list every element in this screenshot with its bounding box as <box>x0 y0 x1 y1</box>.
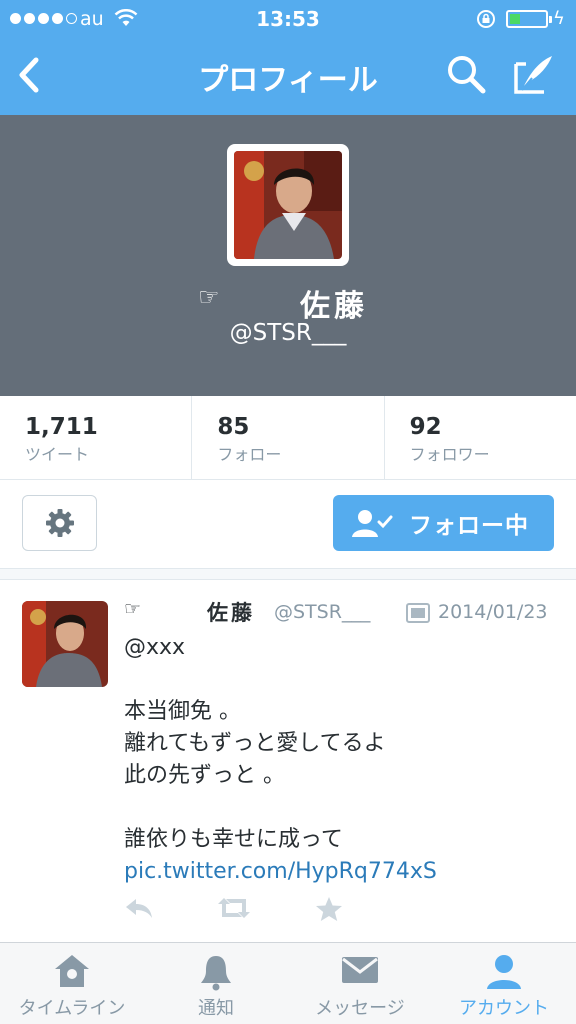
status-bar: au 13:53 ϟ <box>0 0 576 38</box>
stat-label: フォロワー <box>409 445 490 464</box>
top-bar: au 13:53 ϟ プロフィール <box>0 0 576 115</box>
charging-icon: ϟ <box>553 8 565 29</box>
stat-tweets[interactable]: 1,711 ツイート <box>0 396 193 479</box>
stat-value: 1,711 <box>25 414 98 440</box>
gallery-icon <box>406 603 430 623</box>
bell-icon <box>201 956 231 991</box>
compose-button[interactable] <box>510 52 556 98</box>
profile-actions: フォロー中 <box>0 480 576 568</box>
tweet-link[interactable]: pic.twitter.com/HypRq774xS <box>124 856 554 888</box>
tweet-text-line <box>124 664 554 696</box>
tab-label: メッセージ <box>315 998 405 1019</box>
tab-timeline[interactable]: タイムライン <box>0 943 144 1024</box>
user-check-icon <box>352 510 393 537</box>
settings-button[interactable] <box>22 495 97 551</box>
profile-photo <box>234 151 342 259</box>
tab-messages[interactable]: メッセージ <box>288 943 432 1024</box>
profile-avatar[interactable] <box>227 144 349 266</box>
following-label: フォロー中 <box>409 513 529 539</box>
stat-label: ツイート <box>25 445 90 464</box>
tab-label: 通知 <box>198 998 234 1019</box>
tweet-author-name: 佐藤 <box>207 601 255 625</box>
tweet-text-line: 本当御免 。 <box>124 699 241 724</box>
pointing-hand-icon: ☞ <box>198 283 220 311</box>
person-icon <box>487 955 521 989</box>
page-title: プロフィール <box>198 63 378 98</box>
profile-stats: 1,711 ツイート 85 フォロー 92 フォロワー <box>0 396 576 480</box>
tweet[interactable]: ☞ 佐藤 @STSR___ 2014/01/23 @xxx 本当御免 。 離れて… <box>0 580 576 942</box>
home-icon <box>55 955 89 987</box>
favorite-star-icon[interactable] <box>315 896 343 922</box>
profile-handle: @STSR___ <box>229 320 347 346</box>
tweet-avatar[interactable] <box>22 601 108 687</box>
stat-followers[interactable]: 92 フォロワー <box>385 396 576 479</box>
retweet-icon[interactable] <box>216 896 252 920</box>
section-divider <box>0 568 576 580</box>
gear-icon <box>45 509 74 537</box>
rotation-lock-icon <box>477 10 495 28</box>
tweet-text: @xxx 本当御免 。 離れてもずっと愛してるよ 此の先ずっと 。 誰依りも幸せ… <box>124 632 554 888</box>
stat-following[interactable]: 85 フォロー <box>192 396 385 479</box>
tab-bar: タイムライン 通知 メッセージ アカウント <box>0 942 576 1024</box>
stat-value: 92 <box>409 414 442 440</box>
following-button[interactable]: フォロー中 <box>333 495 554 551</box>
tweet-author-handle: @STSR___ <box>274 601 371 623</box>
tweet-text-line: 誰依りも幸せに成って <box>124 827 343 852</box>
tab-notifications[interactable]: 通知 <box>144 943 288 1024</box>
reply-icon[interactable] <box>124 896 154 920</box>
pointing-hand-icon: ☞ <box>124 598 142 620</box>
tweet-text-line: @xxx <box>124 635 186 660</box>
navigation-bar: プロフィール <box>0 38 576 115</box>
tweet-date: 2014/01/23 <box>438 601 548 623</box>
stat-label: フォロー <box>217 445 282 464</box>
stat-value: 85 <box>217 414 250 440</box>
profile-header: ☞ 佐藤 @STSR___ <box>0 115 576 396</box>
battery-icon <box>506 10 552 28</box>
tweet-text-line: 此の先ずっと 。 <box>124 763 285 788</box>
search-button[interactable] <box>444 52 488 96</box>
tab-account[interactable]: アカウント <box>432 943 576 1024</box>
profile-name: 佐藤 <box>300 289 368 324</box>
profile-name-row: ☞ 佐藤 <box>0 281 576 324</box>
tweet-text-line: 離れてもずっと愛してるよ <box>124 731 386 756</box>
tab-label: タイムライン <box>18 998 126 1019</box>
envelope-icon <box>342 957 378 983</box>
tab-label: アカウント <box>459 998 549 1019</box>
tweet-text-line <box>124 792 554 824</box>
